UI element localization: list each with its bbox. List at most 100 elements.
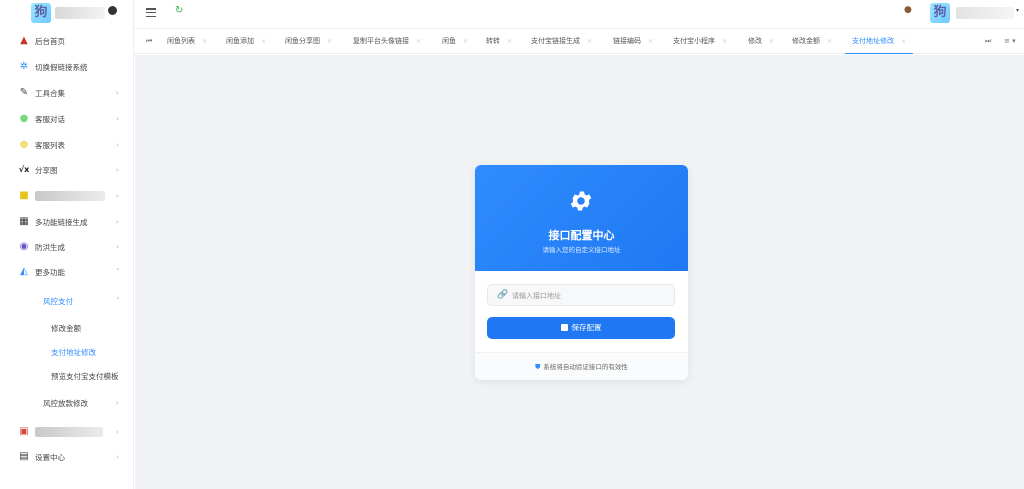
sidebar-subitem-pay-address[interactable]: 支付地址修改: [0, 342, 134, 362]
tab-alipay-link[interactable]: 支付宝链接生成 ×: [531, 29, 592, 54]
card-title: 接口配置中心: [548, 229, 615, 242]
tab-xianyu-list[interactable]: 闲鱼列表 ×: [167, 29, 207, 54]
logo-row: 狗: [0, 0, 134, 27]
close-icon[interactable]: ×: [648, 38, 653, 45]
user-name-blurred[interactable]: [956, 7, 1014, 19]
close-icon[interactable]: ×: [827, 38, 832, 45]
sidebar-item-label: 切换假链接系统: [35, 62, 88, 72]
chevron-down-icon: ˅: [116, 268, 120, 276]
chat-icon: ●: [19, 113, 29, 124]
tab-zhuanzhuan[interactable]: 转转 ×: [486, 29, 512, 54]
sidebar-item-label: 分享图: [35, 165, 58, 175]
chevron-right-icon: ›: [116, 428, 119, 436]
footer-note: 系统将自动验证接口的有效性: [543, 363, 628, 371]
sidebar: 狗 ▲ 后台首页 ✲ 切换假链接系统 ✎ 工具合集 › ● 客服对话 › ● 客…: [0, 0, 134, 489]
tab-alipay-miniapp[interactable]: 支付宝小程序 ×: [673, 29, 727, 54]
chevron-right-icon: ›: [116, 141, 119, 149]
sidebar-item-label: 设置中心: [35, 452, 65, 462]
sidebar-item-multi-link[interactable]: ▦ 多功能链接生成 ›: [0, 212, 134, 232]
sidebar-item-risk-pay[interactable]: 风控支付 ˅: [0, 291, 134, 311]
sidebar-subitem-preview-alipay[interactable]: 预览支付宝支付模板: [0, 366, 134, 386]
tab-pay-address-edit[interactable]: 支付地址修改 ×: [845, 29, 914, 54]
sidebar-item-tools[interactable]: ✎ 工具合集 ›: [0, 83, 134, 103]
tab-prev-icon[interactable]: ⏮: [146, 37, 152, 46]
tab-edit[interactable]: 修改 ×: [748, 29, 774, 54]
api-config-card: 接口配置中心 请输入您的自定义接口地址 🔗 保存配置 ⛊系统将自动验证接口的有效…: [475, 165, 688, 380]
document-icon: ▣: [19, 426, 29, 437]
tab-link-encode[interactable]: 链接编码 ×: [613, 29, 653, 54]
api-url-input[interactable]: [512, 289, 670, 302]
tab-xianyu-add[interactable]: 闲鱼添加 ×: [226, 29, 266, 54]
sidebar-item-label: 工具合集: [35, 88, 65, 98]
sidebar-item-blurred[interactable]: ■ ›: [0, 186, 134, 206]
tab-menu-icon[interactable]: ≡ ▾: [1004, 37, 1016, 45]
settings-icon: ▤: [19, 451, 29, 462]
sidebar-item-hidden[interactable]: ▣ ›: [0, 422, 134, 442]
sidebar-item-chat[interactable]: ● 客服对话 ›: [0, 109, 134, 129]
tab-xianyu-share[interactable]: 闲鱼分享图 ×: [285, 29, 332, 54]
more-features-icon: ◭: [20, 266, 28, 277]
top-header: ↻ ● 狗 ▾: [134, 0, 1024, 27]
close-icon[interactable]: ×: [261, 38, 266, 45]
sidebar-item-label-blurred: [35, 191, 105, 201]
chevron-down-icon: ˅: [116, 297, 120, 305]
sidebar-item-service-list[interactable]: ● 客服列表 ›: [0, 135, 134, 155]
hamburger-icon[interactable]: [146, 8, 156, 18]
sidebar-item-settings[interactable]: ▤ 设置中心 ›: [0, 447, 134, 467]
chevron-right-icon: ›: [116, 453, 119, 461]
chevron-right-icon: ›: [116, 243, 119, 251]
tab-next-icon[interactable]: ⏭: [985, 37, 991, 46]
tab-bar: ⏮ 闲鱼列表 × 闲鱼添加 × 闲鱼分享图 × 复制平台头像链接 × 闲鱼 × 转转 × 支…: [134, 28, 1024, 54]
close-icon[interactable]: ×: [722, 38, 727, 45]
gear-icon: ✲: [19, 61, 29, 72]
tab-label: 闲鱼分享图: [285, 37, 320, 45]
refresh-icon[interactable]: ↻: [175, 5, 183, 16]
notification-icon[interactable]: ●: [904, 5, 912, 15]
close-icon[interactable]: ×: [769, 38, 774, 45]
card-header: 接口配置中心 请输入您的自定义接口地址: [475, 165, 688, 271]
sidebar-item-risk-count[interactable]: 风控放款修改 ›: [0, 393, 134, 413]
home-icon: ▲: [20, 35, 28, 46]
sidebar-item-label: 多功能链接生成: [35, 217, 88, 227]
user-avatar[interactable]: 狗: [930, 3, 950, 23]
save-config-button[interactable]: 保存配置: [487, 317, 675, 339]
save-button-label: 保存配置: [571, 323, 602, 332]
barcode-icon: ▦: [19, 216, 29, 227]
shield-icon: ⛊: [535, 363, 541, 371]
tab-label: 复制平台头像链接: [353, 37, 409, 45]
sidebar-subitem-edit-amount[interactable]: 修改金额: [0, 318, 134, 338]
close-icon[interactable]: ×: [327, 38, 332, 45]
sidebar-item-switch-system[interactable]: ✲ 切换假链接系统: [0, 57, 134, 77]
sidebar-item-label: 更多功能: [35, 267, 65, 277]
close-icon[interactable]: ×: [901, 38, 906, 45]
sidebar-item-label: 预览支付宝支付模板: [51, 371, 119, 381]
sidebar-item-more[interactable]: ◭ 更多功能 ˅: [0, 262, 134, 282]
close-icon[interactable]: ×: [416, 38, 421, 45]
sidebar-item-anti-flood[interactable]: ◉ 防洪生成 ›: [0, 237, 134, 257]
sidebar-item-label: 防洪生成: [35, 242, 65, 252]
sidebar-item-label: 风控支付: [43, 296, 73, 306]
chevron-right-icon: ›: [116, 218, 119, 226]
sidebar-item-label: 后台首页: [35, 36, 65, 46]
sidebar-item-label: 支付地址修改: [51, 347, 96, 357]
wrench-icon: ✎: [19, 87, 29, 98]
tab-copy-avatar-link[interactable]: 复制平台头像链接 ×: [353, 29, 421, 54]
api-url-field[interactable]: 🔗: [487, 284, 675, 306]
logo-avatar[interactable]: 狗: [31, 3, 51, 23]
sidebar-item-label: 风控放款修改: [43, 398, 88, 408]
theme-toggle-icon[interactable]: [108, 6, 117, 15]
tab-edit-amount[interactable]: 修改金额 ×: [792, 29, 832, 54]
close-icon[interactable]: ×: [587, 38, 592, 45]
chevron-right-icon: ›: [116, 89, 119, 97]
sidebar-item-share-image[interactable]: √x 分享图 ›: [0, 160, 134, 180]
sidebar-item-home[interactable]: ▲ 后台首页: [0, 31, 134, 51]
tab-xianyu[interactable]: 闲鱼 ×: [442, 29, 468, 54]
close-icon[interactable]: ×: [202, 38, 207, 45]
mask-icon: ◉: [19, 241, 29, 252]
main-content: 接口配置中心 请输入您的自定义接口地址 🔗 保存配置 ⛊系统将自动验证接口的有效…: [135, 55, 1024, 489]
close-icon[interactable]: ×: [463, 38, 468, 45]
logo-name-blurred: [55, 7, 105, 19]
chevron-down-icon[interactable]: ▾: [1016, 7, 1019, 14]
folder-icon: ■: [19, 190, 29, 201]
close-icon[interactable]: ×: [507, 38, 512, 45]
